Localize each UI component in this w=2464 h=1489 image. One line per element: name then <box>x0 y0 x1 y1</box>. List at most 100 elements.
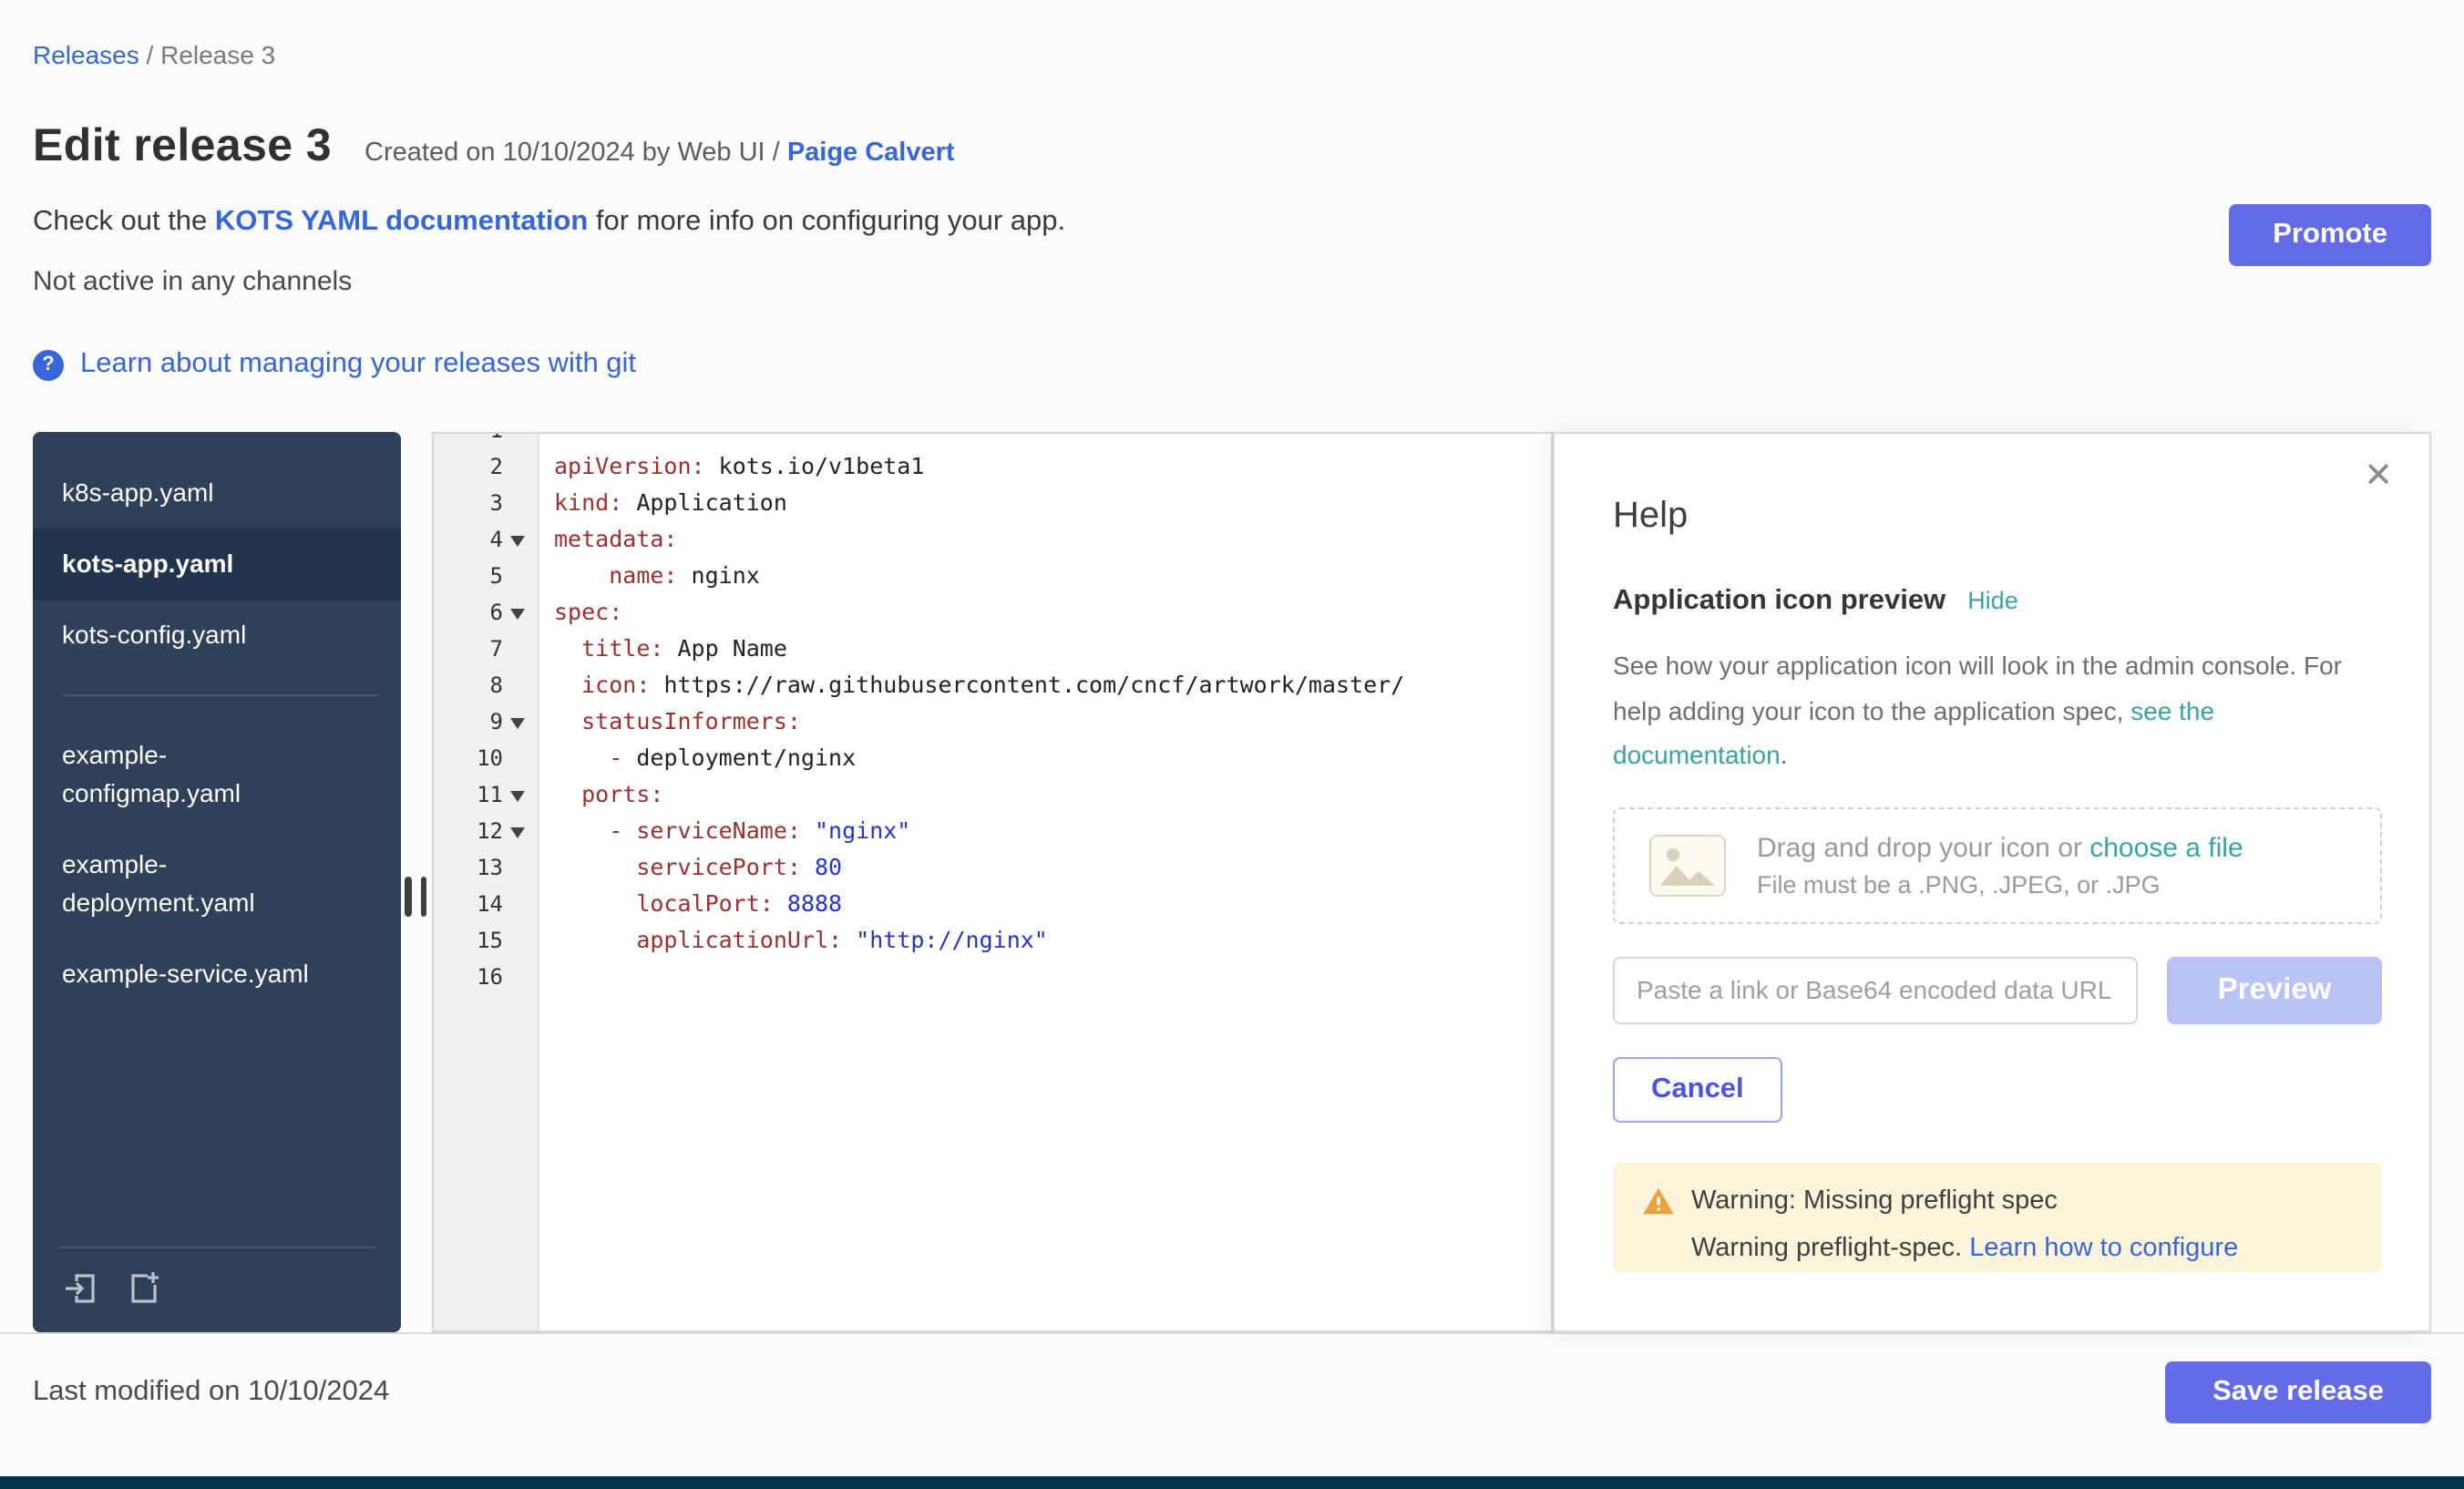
docs-hint: Check out the KOTS YAML documentation fo… <box>33 206 2431 239</box>
icon-dropzone[interactable]: Drag and drop your icon or choose a file… <box>1613 806 2382 923</box>
file-tree-item[interactable]: kots-app.yaml <box>33 529 401 600</box>
code-line[interactable]: title: App Name <box>554 631 1551 667</box>
save-release-button[interactable]: Save release <box>2165 1361 2431 1423</box>
image-placeholder-icon <box>1648 832 1728 898</box>
dropzone-text: Drag and drop your icon or choose a file… <box>1757 832 2243 898</box>
author-link[interactable]: Paige Calvert <box>787 139 955 168</box>
breadcrumb: Releases / Release 3 <box>33 40 2431 69</box>
fold-caret-icon[interactable] <box>503 815 530 847</box>
docs-hint-pre: Check out the <box>33 206 215 237</box>
cancel-button[interactable]: Cancel <box>1613 1056 1782 1122</box>
learn-how-to-configure-link[interactable]: Learn how to configure <box>1969 1233 2238 1262</box>
gutter-line[interactable]: 1 <box>434 434 538 448</box>
created-prefix: Created on 10/10/2024 by Web UI / <box>364 139 787 168</box>
help-panel: ✕ Help Application icon preview Hide See… <box>1553 432 2431 1332</box>
preflight-warning-box: Warning: Missing preflight spec Warning … <box>1613 1162 2382 1271</box>
code-line[interactable]: ports: <box>554 776 1551 813</box>
page-title: Edit release 3 <box>33 120 332 173</box>
hide-link[interactable]: Hide <box>1967 587 2018 614</box>
gutter-line[interactable]: 2 <box>434 448 538 485</box>
file-tree-item[interactable]: k8s-app.yaml <box>33 457 401 529</box>
close-icon[interactable]: ✕ <box>2364 459 2393 494</box>
code-line[interactable]: statusInformers: <box>554 703 1551 740</box>
gutter-line[interactable]: 11 <box>434 776 538 813</box>
fold-caret-icon[interactable] <box>503 523 530 556</box>
code-line[interactable]: applicationUrl: "http://nginx" <box>554 922 1551 959</box>
file-tree-item[interactable]: kots-config.yaml <box>33 600 401 671</box>
editor-code: ---apiVersion: kots.io/v1beta1kind: Appl… <box>554 434 1551 995</box>
code-line[interactable]: localPort: 8888 <box>554 886 1551 922</box>
question-icon: ? <box>33 349 64 380</box>
file-tree-footer <box>58 1247 375 1332</box>
gutter-line[interactable]: 7 <box>434 631 538 667</box>
icon-preview-description: See how your application icon will look … <box>1613 643 2382 777</box>
description-text: See how your application icon will look … <box>1613 651 2342 724</box>
warning-title: Warning: Missing preflight spec <box>1691 1186 2058 1215</box>
new-file-icon[interactable] <box>126 1270 162 1307</box>
breadcrumb-current: Release 3 <box>160 40 275 69</box>
code-editor[interactable]: 12345678910111213141516 ---apiVersion: k… <box>432 432 1553 1332</box>
gutter-line[interactable]: 12 <box>434 813 538 849</box>
code-line[interactable]: metadata: <box>554 521 1551 558</box>
kots-yaml-docs-link[interactable]: KOTS YAML documentation <box>215 206 588 237</box>
breadcrumb-separator: / <box>139 40 160 69</box>
code-line[interactable]: - serviceName: "nginx" <box>554 813 1551 849</box>
last-modified-text: Last modified on 10/10/2024 <box>33 1376 389 1409</box>
code-line[interactable]: apiVersion: kots.io/v1beta1 <box>554 448 1551 485</box>
gutter-line[interactable]: 4 <box>434 521 538 558</box>
sidebar-resize-handle[interactable] <box>405 877 426 917</box>
bottom-strip <box>0 1476 2464 1489</box>
code-line[interactable]: icon: https://raw.githubusercontent.com/… <box>554 667 1551 703</box>
gutter-line[interactable]: 16 <box>434 959 538 995</box>
created-by-text: Created on 10/10/2024 by Web UI / Paige … <box>364 139 955 168</box>
code-line[interactable]: spec: <box>554 594 1551 631</box>
choose-file-link[interactable]: choose a file <box>2089 832 2243 863</box>
file-tree-divider <box>62 694 379 696</box>
code-line[interactable]: kind: Application <box>554 485 1551 521</box>
editor-gutter: 12345678910111213141516 <box>434 434 538 995</box>
warning-icon <box>1642 1186 1675 1215</box>
gutter-line[interactable]: 3 <box>434 485 538 521</box>
icon-url-input[interactable] <box>1613 956 2138 1023</box>
git-help-row: ? Learn about managing your releases wit… <box>33 348 2431 381</box>
git-releases-link[interactable]: Learn about managing your releases with … <box>80 348 636 381</box>
warning-detail-text: Warning preflight-spec. <box>1691 1233 1969 1262</box>
gutter-line[interactable]: 10 <box>434 740 538 776</box>
gutter-line[interactable]: 8 <box>434 667 538 703</box>
fold-caret-icon[interactable] <box>503 596 530 629</box>
release-editor-page: Releases / Release 3 Edit release 3 Crea… <box>0 0 2464 381</box>
fold-caret-icon[interactable] <box>503 778 530 811</box>
dropzone-instruction: Drag and drop your icon or <box>1757 832 2089 863</box>
file-tree-item[interactable]: example-service.yaml <box>33 939 401 1010</box>
warning-detail: Warning preflight-spec. Learn how to con… <box>1642 1233 2353 1262</box>
code-line[interactable]: servicePort: 80 <box>554 849 1551 886</box>
code-line[interactable] <box>554 959 1551 995</box>
footer-bar: Last modified on 10/10/2024 Save release <box>0 1334 2464 1423</box>
preview-button[interactable]: Preview <box>2167 956 2382 1023</box>
gutter-line[interactable]: 13 <box>434 849 538 886</box>
dropzone-filetypes-hint: File must be a .PNG, .JPEG, or .JPG <box>1757 870 2243 898</box>
fold-caret-icon[interactable] <box>503 705 530 738</box>
title-row: Edit release 3 Created on 10/10/2024 by … <box>33 120 2431 173</box>
file-tree: k8s-app.yamlkots-app.yamlkots-config.yam… <box>33 457 401 1010</box>
code-line[interactable]: name: nginx <box>554 558 1551 594</box>
import-file-icon[interactable] <box>62 1270 98 1307</box>
gutter-line[interactable]: 5 <box>434 558 538 594</box>
file-tree-item[interactable]: example-configmap.yaml <box>33 720 401 829</box>
gutter-line[interactable]: 14 <box>434 886 538 922</box>
breadcrumb-releases-link[interactable]: Releases <box>33 40 139 69</box>
promote-button[interactable]: Promote <box>2229 204 2431 266</box>
code-line[interactable]: --- <box>554 434 1551 448</box>
gutter-line[interactable]: 15 <box>434 922 538 959</box>
file-tree-item[interactable]: example-deployment.yaml <box>33 829 401 939</box>
icon-preview-section-header: Application icon preview Hide <box>1613 585 2378 618</box>
file-tree-sidebar: k8s-app.yamlkots-app.yamlkots-config.yam… <box>33 432 401 1332</box>
editor-gutter-column[interactable]: 12345678910111213141516 <box>434 434 539 1330</box>
editor-workspace: k8s-app.yamlkots-app.yamlkots-config.yam… <box>33 432 2431 1332</box>
description-period: . <box>1781 740 1788 769</box>
gutter-line[interactable]: 9 <box>434 703 538 740</box>
channel-status-text: Not active in any channels <box>33 266 2431 297</box>
gutter-line[interactable]: 6 <box>434 594 538 631</box>
editor-code-area[interactable]: ---apiVersion: kots.io/v1beta1kind: Appl… <box>539 434 1551 1330</box>
code-line[interactable]: - deployment/nginx <box>554 740 1551 776</box>
